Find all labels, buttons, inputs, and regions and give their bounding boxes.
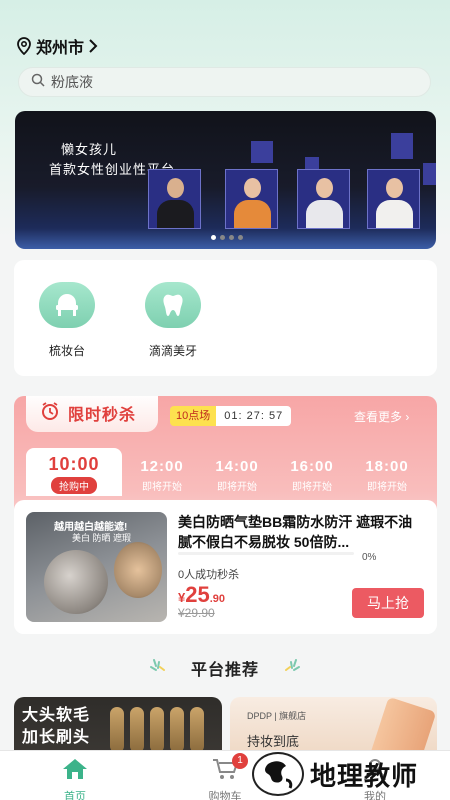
- product-title: 美白防晒气垫BB霜防水防汗 遮瑕不油腻不假白不易脱妆 50倍防...: [178, 514, 413, 550]
- pagination-dot[interactable]: [238, 235, 243, 240]
- decor-square: [391, 133, 413, 159]
- slot-status: 抢购中: [51, 477, 97, 494]
- cushion-puff-graphic: [114, 542, 162, 598]
- pagination-dot[interactable]: [229, 235, 234, 240]
- slot-time: 10:00: [48, 454, 100, 474]
- decor-square: [423, 163, 436, 185]
- countdown-timer: 01: 27: 57: [216, 406, 292, 426]
- home-icon: [61, 759, 89, 784]
- tab-home[interactable]: 首页: [40, 757, 110, 800]
- category-panel: 梳妆台 滴滴美牙: [14, 260, 437, 376]
- buy-now-button[interactable]: 马上抢: [352, 588, 424, 618]
- person-photo: [225, 169, 278, 229]
- sold-count: 0人成功秒杀: [178, 569, 240, 581]
- category-teeth[interactable]: 滴滴美牙: [138, 282, 208, 359]
- chevron-right-icon: [88, 39, 98, 53]
- card-line: 加长刷头: [22, 729, 91, 746]
- promo-banner[interactable]: 懒女孩儿 首款女性创业性平台: [15, 111, 436, 249]
- time-slot[interactable]: 14:00 即将开始: [195, 458, 279, 493]
- slot-time: 18:00: [365, 458, 409, 475]
- product-price: ¥25.90: [178, 582, 225, 608]
- product-card[interactable]: 越用越白越能遮! 美白 防晒 遮瑕 美白防晒气垫BB霜防水防汗 遮瑕不油腻不假白…: [14, 500, 437, 634]
- view-more-link[interactable]: 查看更多 ›: [354, 408, 409, 425]
- flash-sale-title: 限时秒杀: [68, 407, 137, 424]
- brush-graphic: [150, 707, 164, 753]
- banner-title: 懒女孩儿: [61, 142, 118, 157]
- time-slot[interactable]: 18:00 即将开始: [345, 458, 429, 493]
- time-slot[interactable]: 16:00 即将开始: [270, 458, 354, 493]
- cart-icon: [211, 759, 239, 784]
- brush-graphic: [190, 707, 204, 753]
- store-label: DPDP | 旗舰店: [247, 711, 307, 721]
- brush-graphic: [110, 707, 124, 753]
- flash-sale-tag: 限时秒杀: [26, 396, 158, 432]
- slot-status: 即将开始: [217, 482, 257, 493]
- original-price: ¥29.90: [178, 606, 215, 620]
- product-tube-graphic: [369, 697, 437, 757]
- person-photo: [367, 169, 420, 229]
- recommend-card-text: 大头软毛 加长刷头: [22, 705, 90, 749]
- location-city: 郑州市: [36, 40, 85, 57]
- flash-sale-section: 限时秒杀 10点场 01: 27: 57 查看更多 › 10:00 抢购中 12…: [14, 396, 437, 634]
- slot-status: 即将开始: [292, 482, 332, 493]
- location-pin-icon: [16, 37, 32, 55]
- cart-badge: 1: [232, 753, 248, 769]
- sale-progress-percent: 0%: [362, 552, 377, 563]
- watermark-text: 地理教师: [310, 760, 419, 791]
- category-vanity[interactable]: 梳妆台: [32, 282, 102, 359]
- tab-cart[interactable]: 1 购物车: [190, 753, 260, 800]
- banner-pagination: [211, 235, 243, 240]
- sale-progress-bar: [178, 552, 354, 555]
- category-label: 滴滴美牙: [148, 344, 197, 358]
- card-line: 大头软毛: [22, 707, 91, 724]
- product-image[interactable]: 越用越白越能遮! 美白 防晒 遮瑕: [26, 512, 167, 622]
- pagination-dot[interactable]: [211, 235, 216, 240]
- tooth-icon: [145, 282, 201, 328]
- search-input[interactable]: [51, 74, 391, 90]
- person-photo: [148, 169, 201, 229]
- time-slot[interactable]: 12:00 即将开始: [120, 458, 204, 493]
- globe-logo-icon: [252, 752, 304, 796]
- slot-time: 12:00: [140, 458, 184, 475]
- slot-time: 14:00: [215, 458, 259, 475]
- tab-label: 购物车: [208, 791, 242, 800]
- recommend-card[interactable]: DPDP | 旗舰店 持妆到底: [230, 697, 437, 757]
- person-photo: [297, 169, 350, 229]
- view-more-label: 查看更多: [354, 410, 403, 424]
- recommend-card[interactable]: 大头软毛 加长刷头: [14, 697, 222, 757]
- image-subcaption: 美白 防晒 遮瑕: [72, 533, 132, 543]
- search-bar[interactable]: [18, 67, 431, 97]
- pagination-dot[interactable]: [220, 235, 225, 240]
- sparkle-right-icon: [282, 658, 302, 681]
- countdown-chip: 10点场 01: 27: 57: [170, 406, 292, 426]
- price-decimal: .90: [209, 593, 226, 605]
- alarm-clock-icon: [40, 401, 60, 426]
- brush-graphic: [130, 707, 144, 753]
- time-slot-active[interactable]: 10:00 抢购中: [26, 448, 122, 496]
- decor-square: [251, 141, 273, 163]
- slot-status: 即将开始: [142, 482, 182, 493]
- session-label: 10点场: [170, 406, 217, 426]
- cushion-compact-graphic: [44, 550, 108, 614]
- slot-status: 即将开始: [367, 482, 407, 493]
- location-selector[interactable]: 郑州市: [16, 34, 98, 58]
- vanity-icon: [39, 282, 95, 328]
- recommend-card-text: 持妆到底: [247, 734, 300, 749]
- section-title-recommend: 平台推荐: [190, 662, 259, 679]
- price-integer: 25: [185, 582, 210, 607]
- watermark: 地理教师: [252, 752, 418, 796]
- time-slot-list: 10:00 抢购中 12:00 即将开始 14:00 即将开始 16:00 即将…: [14, 446, 437, 496]
- slot-time: 16:00: [290, 458, 334, 475]
- tab-label: 首页: [64, 791, 86, 800]
- category-label: 梳妆台: [48, 344, 85, 358]
- search-icon: [31, 73, 45, 92]
- brush-graphic: [170, 707, 184, 753]
- chevron-right-icon: ›: [405, 410, 410, 424]
